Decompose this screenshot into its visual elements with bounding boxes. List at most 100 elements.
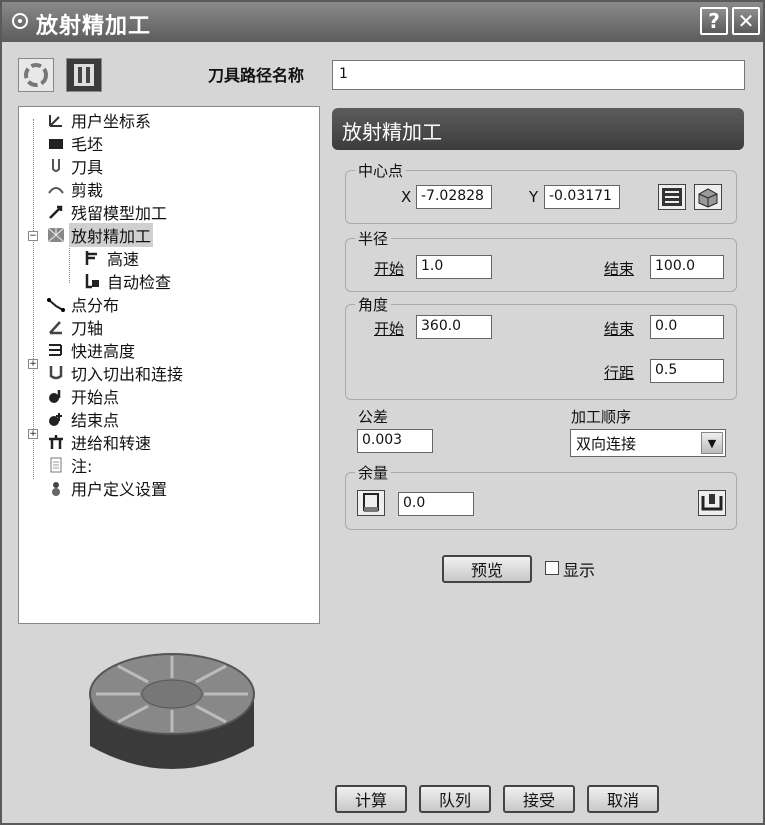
tree-item-label: 放射精加工	[69, 223, 154, 247]
expand-toggle[interactable]: +	[28, 429, 38, 439]
radius-start-input[interactable]: 1.0	[416, 255, 492, 279]
tree-item-leads-links[interactable]: 切入切出和连接	[47, 362, 185, 384]
angle-end-label: 结束	[604, 320, 635, 338]
part-preview-image	[89, 653, 255, 769]
center-y-label: Y	[529, 188, 539, 206]
angle-start-label: 开始	[374, 320, 405, 338]
radius-end-label: 结束	[604, 260, 635, 278]
tree-item-start-point[interactable]: 开始点	[47, 385, 121, 407]
tree-item-user-settings[interactable]: 用户定义设置	[47, 477, 169, 499]
tree-item-label: 高速	[107, 250, 140, 269]
angle-step-input[interactable]: 0.5	[650, 359, 724, 383]
calculate-button[interactable]: 计算	[335, 785, 407, 813]
list-icon[interactable]	[658, 184, 686, 210]
user-settings-icon	[52, 482, 60, 496]
auto-check-icon	[85, 274, 99, 289]
help-button[interactable]: ?	[700, 7, 728, 35]
toolpath-name-label: 刀具路径名称	[208, 66, 305, 85]
panel-title: 放射精加工	[332, 108, 744, 150]
rapid-height-icon	[49, 344, 62, 356]
radius-label: 半径	[355, 228, 392, 249]
tool-icon	[52, 159, 60, 172]
radius-end-input[interactable]: 100.0	[650, 255, 724, 279]
tree-item-label: 用户定义设置	[71, 480, 168, 499]
queue-button[interactable]: 队列	[419, 785, 491, 813]
collapse-toggle[interactable]: −	[28, 231, 38, 241]
tree-item-label: 自动检查	[107, 273, 172, 292]
angle-label: 角度	[355, 294, 392, 315]
tree-item-label: 快进高度	[71, 342, 136, 361]
point-distribution-icon	[47, 298, 65, 312]
tree-item-auto-check[interactable]: 自动检查	[83, 270, 173, 292]
accept-button[interactable]: 接受	[503, 785, 575, 813]
cancel-button[interactable]: 取消	[587, 785, 659, 813]
center-point-label: 中心点	[355, 160, 407, 181]
tree-item-block[interactable]: 毛坯	[47, 132, 105, 154]
expand-toggle[interactable]: +	[28, 359, 38, 369]
thickness-input[interactable]: 0.0	[398, 492, 474, 516]
recycle-icon[interactable]	[18, 58, 54, 92]
tree-item-label: 进给和转速	[71, 434, 152, 453]
tree-item-label: 剪裁	[71, 181, 104, 200]
tree-item-label: 结束点	[71, 411, 120, 430]
machining-order-select[interactable]: 双向连接 ▼	[570, 429, 726, 457]
tree-item-label: 毛坯	[71, 135, 104, 154]
tree-item-label: 切入切出和连接	[71, 365, 184, 384]
block-icon	[49, 139, 63, 149]
rest-model-icon	[49, 205, 63, 219]
preview-button[interactable]: 预览	[442, 555, 532, 583]
tree-item-label: 点分布	[71, 296, 120, 315]
machining-order-label: 加工顺序	[571, 408, 632, 426]
trim-icon	[48, 187, 64, 194]
center-y-input[interactable]: -0.03171	[544, 185, 620, 209]
tree-item-trim[interactable]: 剪裁	[47, 178, 105, 200]
tree-item-label: 注:	[71, 457, 93, 476]
tree-item-rest-model[interactable]: 残留模型加工	[47, 201, 169, 223]
strategy-tree: − + + 用户坐标系 毛坯 刀具 剪裁 残留模型加工 放射精加工 高速 自动检…	[18, 106, 320, 624]
tree-item-radial-finishing[interactable]: 放射精加工	[47, 223, 154, 247]
toolpath-name-input[interactable]: 1	[332, 60, 745, 90]
tree-item-ucs[interactable]: 用户坐标系	[47, 109, 153, 131]
tree-item-label: 用户坐标系	[71, 112, 152, 131]
tolerance-input[interactable]: 0.003	[357, 429, 433, 453]
tree-item-tool[interactable]: 刀具	[47, 155, 105, 177]
feed-speed-icon	[49, 435, 63, 449]
start-point-icon	[49, 390, 61, 403]
tree-item-notes[interactable]: 注:	[47, 454, 94, 476]
tree-item-high-speed[interactable]: 高速	[83, 247, 141, 269]
chevron-down-icon[interactable]: ▼	[701, 432, 723, 454]
thickness-label: 余量	[355, 462, 392, 483]
notes-icon	[50, 457, 62, 473]
high-speed-icon	[85, 251, 97, 265]
radius-start-label: 开始	[374, 260, 405, 278]
radial-finishing-dialog: 放射精加工 ? ✕ 刀具路径名称 1 − + + 用户坐标系 毛坯 刀具 剪裁 …	[0, 0, 765, 825]
tree-item-tool-axis[interactable]: 刀轴	[47, 316, 105, 338]
toolpath-settings-icon[interactable]	[66, 58, 102, 92]
end-point-icon	[49, 413, 62, 426]
angle-start-input[interactable]: 360.0	[416, 315, 492, 339]
component-thickness-icon[interactable]	[698, 490, 726, 516]
block-center-icon[interactable]	[694, 184, 722, 210]
tree-item-point-distribution[interactable]: 点分布	[47, 293, 121, 315]
angle-end-input[interactable]: 0.0	[650, 315, 724, 339]
tree-item-end-point[interactable]: 结束点	[47, 408, 121, 430]
close-button[interactable]: ✕	[732, 7, 760, 35]
app-icon	[12, 13, 28, 29]
thickness-icon[interactable]	[357, 490, 385, 516]
tolerance-label: 公差	[358, 408, 389, 426]
tool-axis-icon	[49, 321, 62, 335]
ucs-icon	[49, 115, 62, 127]
machining-order-value: 双向连接	[576, 435, 637, 453]
center-x-label: X	[401, 188, 412, 206]
center-x-input[interactable]: -7.02828	[416, 185, 492, 209]
tree-item-label: 刀具	[71, 158, 104, 177]
title-bar: 放射精加工 ? ✕	[2, 2, 763, 42]
tree-item-label: 开始点	[71, 388, 120, 407]
tree-item-feed-speed[interactable]: 进给和转速	[47, 431, 153, 453]
tree-item-label: 残留模型加工	[71, 204, 168, 223]
tree-item-label: 刀轴	[71, 319, 104, 338]
radial-finish-icon	[47, 227, 65, 243]
window-title: 放射精加工	[36, 14, 152, 39]
show-checkbox[interactable]	[545, 561, 559, 575]
tree-item-rapid-height[interactable]: 快进高度	[47, 339, 137, 361]
